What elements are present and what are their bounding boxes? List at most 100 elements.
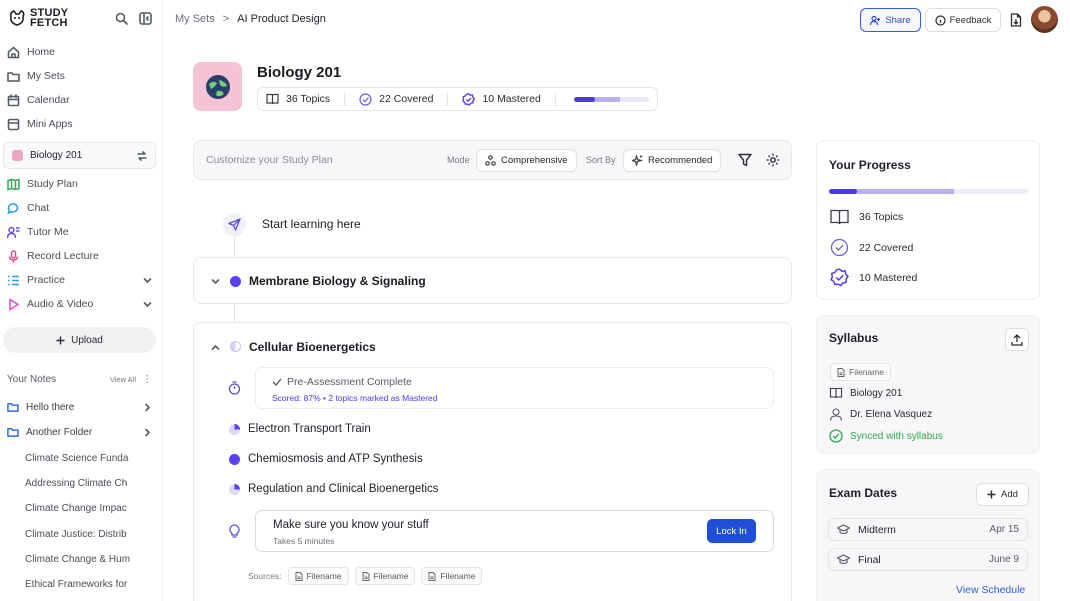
mode-select[interactable]: Comprehensive [476, 149, 577, 172]
tool-study-plan[interactable]: Study Plan [7, 176, 78, 192]
tool-audio-video-label: Audio & Video [27, 298, 94, 310]
progress-dot [230, 276, 241, 287]
tool-record-lecture-label: Record Lecture [27, 250, 99, 262]
pre-assessment-card[interactable]: Pre-Assessment Complete Scored: 87% • 2 … [255, 367, 774, 409]
nav-home[interactable]: Home [7, 44, 55, 60]
upload-syllabus-button[interactable] [1005, 328, 1029, 351]
sources-label: Sources: [248, 571, 282, 581]
share-label: Share [885, 14, 911, 26]
syllabus-file-chip[interactable]: Filename [830, 363, 891, 381]
book-icon [830, 209, 849, 225]
studyfetch-logo[interactable]: STUDY FETCH [8, 8, 68, 29]
add-exam-button[interactable]: Add [976, 483, 1029, 506]
share-button[interactable]: Share [860, 8, 921, 32]
breadcrumb: My Sets > AI Product Design [175, 13, 326, 25]
nav-mini-apps[interactable]: Mini Apps [7, 116, 73, 132]
breadcrumb-current: AI Product Design [237, 13, 326, 25]
syllabus-course-row: Biology 201 [829, 387, 902, 399]
switch-arrows-icon[interactable] [137, 150, 147, 161]
folder-icon [7, 403, 19, 412]
sort-select[interactable]: Recommended [623, 149, 722, 172]
chevron-down-icon[interactable] [143, 300, 152, 309]
folder-item[interactable]: Another Folder [7, 426, 152, 438]
subtopic-item[interactable]: Regulation and Clinical Bioenergetics [248, 483, 439, 495]
more-options-icon[interactable]: ⋮ [142, 374, 152, 385]
folder-item[interactable]: Hello there [7, 401, 152, 413]
progress-dot [229, 424, 240, 435]
tool-chat[interactable]: Chat [7, 200, 49, 216]
note-item[interactable]: Climate Change Impac [25, 503, 157, 514]
chevron-down-icon[interactable] [143, 276, 152, 285]
customize-plan-input[interactable]: Customize your Study Plan [206, 154, 333, 166]
send-icon [228, 218, 241, 231]
topic-title: Membrane Biology & Signaling [249, 274, 426, 288]
graduation-cap-icon [837, 554, 850, 565]
note-item[interactable]: Ethical Frameworks for [25, 579, 157, 590]
tool-tutor-me[interactable]: Tutor Me [7, 224, 69, 240]
info-icon [935, 14, 946, 26]
view-schedule-link[interactable]: View Schedule [956, 584, 1025, 596]
file-icon [428, 571, 436, 581]
check-circle-icon [830, 238, 849, 257]
nav-my-sets[interactable]: My Sets [7, 68, 65, 84]
syllabus-instructor-row: Dr. Elena Vasquez [829, 408, 932, 421]
source-chip[interactable]: Filename [421, 567, 483, 585]
syllabus-title: Syllabus [829, 331, 879, 345]
divider [344, 92, 346, 106]
tool-audio-video[interactable]: Audio & Video [7, 296, 152, 312]
pre-assessment-title: Pre-Assessment Complete [287, 376, 412, 388]
filter-icon[interactable] [738, 153, 752, 167]
note-item[interactable]: Addressing Climate Ch [25, 478, 157, 489]
tool-practice[interactable]: Practice [7, 272, 152, 288]
play-icon [9, 297, 20, 311]
export-document-icon[interactable] [1010, 13, 1022, 27]
nav-calendar[interactable]: Calendar [7, 92, 70, 108]
add-user-icon [870, 15, 881, 25]
breadcrumb-parent[interactable]: My Sets [175, 13, 215, 25]
mode-value: Comprehensive [501, 155, 568, 166]
folder-label: Hello there [26, 401, 75, 413]
chevron-down-icon[interactable] [211, 277, 220, 286]
sidebar: STUDY FETCH Home My Sets Calendar Mini A… [0, 0, 163, 601]
set-stats-bar: 36 Topics 22 Covered 10 Mastered [257, 87, 658, 111]
tool-record-lecture[interactable]: Record Lecture [7, 248, 99, 264]
source-chip[interactable]: Filename [354, 567, 416, 585]
gear-icon[interactable] [766, 153, 780, 167]
syllabus-filename: Filename [849, 367, 884, 377]
collapse-sidebar-icon[interactable] [139, 12, 152, 25]
feedback-button[interactable]: Feedback [925, 8, 1001, 32]
user-avatar[interactable] [1031, 6, 1058, 33]
notes-header: Your Notes View All ⋮ [7, 374, 152, 385]
plus-icon [56, 336, 65, 344]
view-all-notes-link[interactable]: View All [110, 375, 136, 384]
chevron-up-icon[interactable] [211, 343, 220, 352]
knowledge-check-card: Make sure you know your stuff Takes 5 mi… [255, 510, 774, 552]
topic-card-collapsed[interactable]: Membrane Biology & Signaling [193, 257, 792, 304]
note-item[interactable]: Climate Justice: Distrib [25, 529, 157, 540]
search-icon[interactable] [115, 12, 128, 25]
syllabus-course: Biology 201 [850, 387, 903, 399]
chevron-right-icon[interactable] [143, 428, 152, 437]
subtopic-item[interactable]: Chemiosmosis and ATP Synthesis [248, 453, 423, 465]
exam-row[interactable]: Midterm Apr 15 [828, 518, 1028, 541]
graduation-cap-icon [837, 524, 850, 535]
progress-mastered-row: 10 Mastered [830, 268, 917, 287]
upload-button[interactable]: Upload [3, 327, 156, 353]
plus-icon [987, 490, 996, 499]
list-icon [8, 275, 19, 285]
progress-dot [230, 341, 241, 352]
lock-in-button[interactable]: Lock In [707, 519, 756, 543]
source-chip[interactable]: Filename [287, 567, 349, 585]
tool-practice-label: Practice [27, 274, 65, 286]
subtopic-item[interactable]: Electron Transport Train [248, 423, 371, 435]
exam-row[interactable]: Final June 9 [828, 548, 1028, 571]
nodes-icon [485, 155, 496, 166]
note-item[interactable]: Climate Science Funda [25, 453, 157, 464]
note-item[interactable]: Climate Change & Hum [25, 554, 157, 565]
knowledge-check-title: Make sure you know your stuff [273, 519, 429, 531]
add-exam-label: Add [1001, 489, 1018, 500]
chevron-right-icon[interactable] [143, 403, 152, 412]
file-icon [837, 367, 845, 377]
exam-date: June 9 [988, 554, 1019, 565]
current-set-selector[interactable]: Biology 201 [3, 142, 156, 169]
